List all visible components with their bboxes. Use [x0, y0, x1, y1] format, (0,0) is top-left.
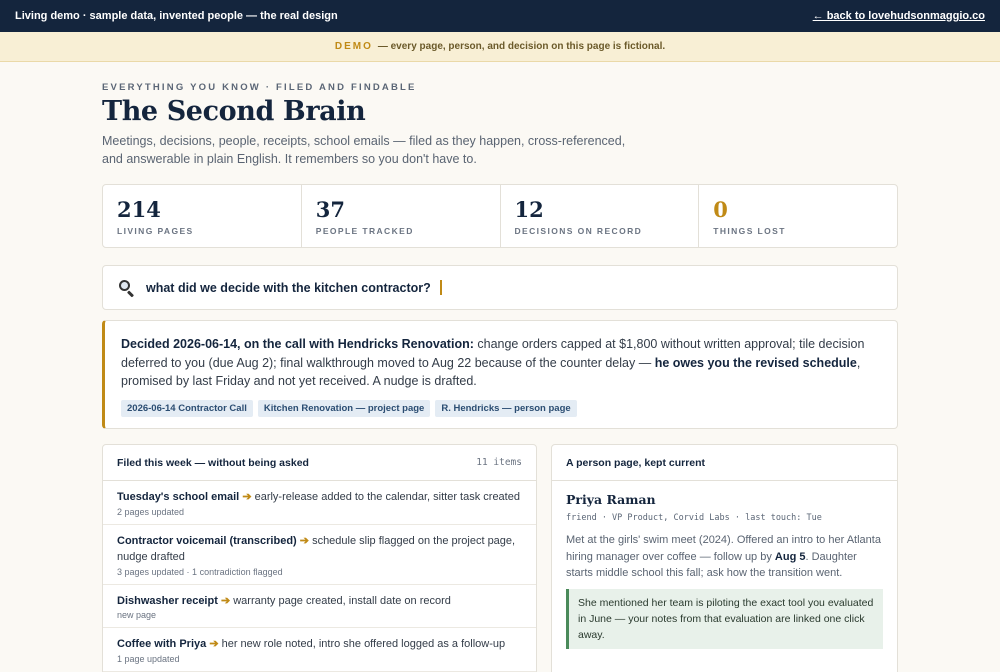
source-chip-project[interactable]: Kitchen Renovation — project page: [257, 399, 431, 417]
item-meta: 2 pages updated: [117, 506, 185, 517]
source-chip-person[interactable]: R. Hendricks — person page: [435, 399, 577, 417]
search-box[interactable]: what did we decide with the kitchen cont…: [102, 265, 898, 310]
search-icon: [117, 279, 135, 298]
person-tags: friend · VP Product, Corvid Labs · last …: [566, 513, 822, 523]
item-text: her new role noted, intro she offered lo…: [221, 638, 506, 650]
stat-value: 214: [117, 197, 161, 222]
stat-decisions: 12 DECISIONS ON RECORD: [501, 185, 700, 247]
source-chips: 2026-06-14 Contractor Call Kitchen Renov…: [121, 399, 881, 417]
person-page: Priya Raman friend · VP Product, Corvid …: [552, 481, 897, 649]
stat-label: LIVING PAGES: [117, 226, 194, 236]
stats-bar: 214 LIVING PAGES 37 PEOPLE TRACKED 12 DE…: [102, 184, 898, 248]
item-title: Contractor voicemail (transcribed): [117, 534, 297, 547]
card-header: Filed this week — without being asked 11…: [103, 445, 536, 481]
answer-text: Decided 2026-06-14, on the call with Hen…: [121, 335, 881, 391]
item-meta: new page: [117, 610, 157, 620]
page-title: The Second Brain: [102, 96, 366, 127]
demo-banner: DEMO — every page, person, and decision …: [0, 32, 1000, 62]
insight-note: She mentioned her team is piloting the e…: [566, 588, 883, 649]
demo-banner-text: — every page, person, and decision on th…: [377, 41, 666, 52]
arrow-icon: ➔: [209, 638, 219, 650]
person-page-card: A person page, kept current Priya Raman …: [551, 444, 898, 672]
stat-label: THINGS LOST: [713, 226, 786, 236]
list-item[interactable]: Contractor voicemail (transcribed) ➔ sch…: [103, 525, 536, 585]
arrow-icon: ➔: [299, 534, 309, 547]
answer-card: Decided 2026-06-14, on the call with Hen…: [102, 320, 898, 429]
item-title: Tuesday's school email: [117, 491, 240, 503]
item-text: early-release added to the calendar, sit…: [254, 491, 520, 503]
follow-up-date: Aug 5: [774, 550, 806, 563]
item-text: warranty page created, install date on r…: [233, 594, 451, 607]
eyebrow: EVERYTHING YOU KNOW · FILED AND FINDABLE: [102, 82, 417, 93]
card-header: A person page, kept current: [552, 445, 897, 481]
list-item[interactable]: Coffee with Priya ➔ her new role noted, …: [103, 628, 536, 672]
arrow-icon: ➔: [242, 491, 252, 503]
bottom-columns: Filed this week — without being asked 11…: [102, 444, 898, 672]
item-meta: 1 page updated: [117, 653, 180, 664]
stat-value: 37: [315, 197, 345, 222]
card-title: A person page, kept current: [566, 456, 706, 469]
filed-this-week-card: Filed this week — without being asked 11…: [102, 444, 537, 672]
answer-lead: Decided 2026-06-14, on the call with Hen…: [121, 337, 474, 351]
back-link[interactable]: ← back to lovehudsonmaggio.co: [813, 10, 985, 22]
stat-things-lost: 0 THINGS LOST: [699, 185, 897, 247]
person-name[interactable]: Priya Raman: [566, 492, 883, 507]
demo-tag: DEMO: [334, 41, 373, 52]
stat-people-tracked: 37 PEOPLE TRACKED: [302, 185, 501, 247]
demo-notice: Living demo · sample data, invented peop…: [15, 10, 338, 22]
person-notes: Met at the girls' swim meet (2024). Offe…: [566, 532, 883, 582]
item-title: Dishwasher receipt: [117, 594, 218, 607]
card-title: Filed this week — without being asked: [117, 456, 309, 469]
page-subtitle: Meetings, decisions, people, receipts, s…: [102, 134, 626, 166]
text-caret: [439, 280, 442, 295]
stat-label: DECISIONS ON RECORD: [514, 226, 643, 236]
stat-living-pages: 214 LIVING PAGES: [103, 185, 302, 247]
stat-label: PEOPLE TRACKED: [315, 226, 414, 236]
item-title: Coffee with Priya: [117, 638, 207, 650]
main-content: EVERYTHING YOU KNOW · FILED AND FINDABLE…: [102, 62, 898, 672]
list-item[interactable]: Dishwasher receipt ➔ warranty page creat…: [103, 585, 536, 628]
list-item[interactable]: Tuesday's school email ➔ early-release a…: [103, 481, 536, 525]
answer-emphasis: he owes you the revised schedule: [654, 355, 857, 370]
search-input[interactable]: what did we decide with the kitchen cont…: [146, 281, 431, 295]
stat-value: 12: [514, 197, 544, 222]
top-bar: Living demo · sample data, invented peop…: [0, 0, 1000, 32]
stat-value: 0: [713, 197, 728, 222]
source-chip-call[interactable]: 2026-06-14 Contractor Call: [121, 399, 253, 417]
item-meta: 3 pages updated · 1 contradiction flagge…: [117, 566, 283, 577]
item-count: 11 items: [476, 457, 522, 468]
arrow-icon: ➔: [220, 594, 231, 607]
